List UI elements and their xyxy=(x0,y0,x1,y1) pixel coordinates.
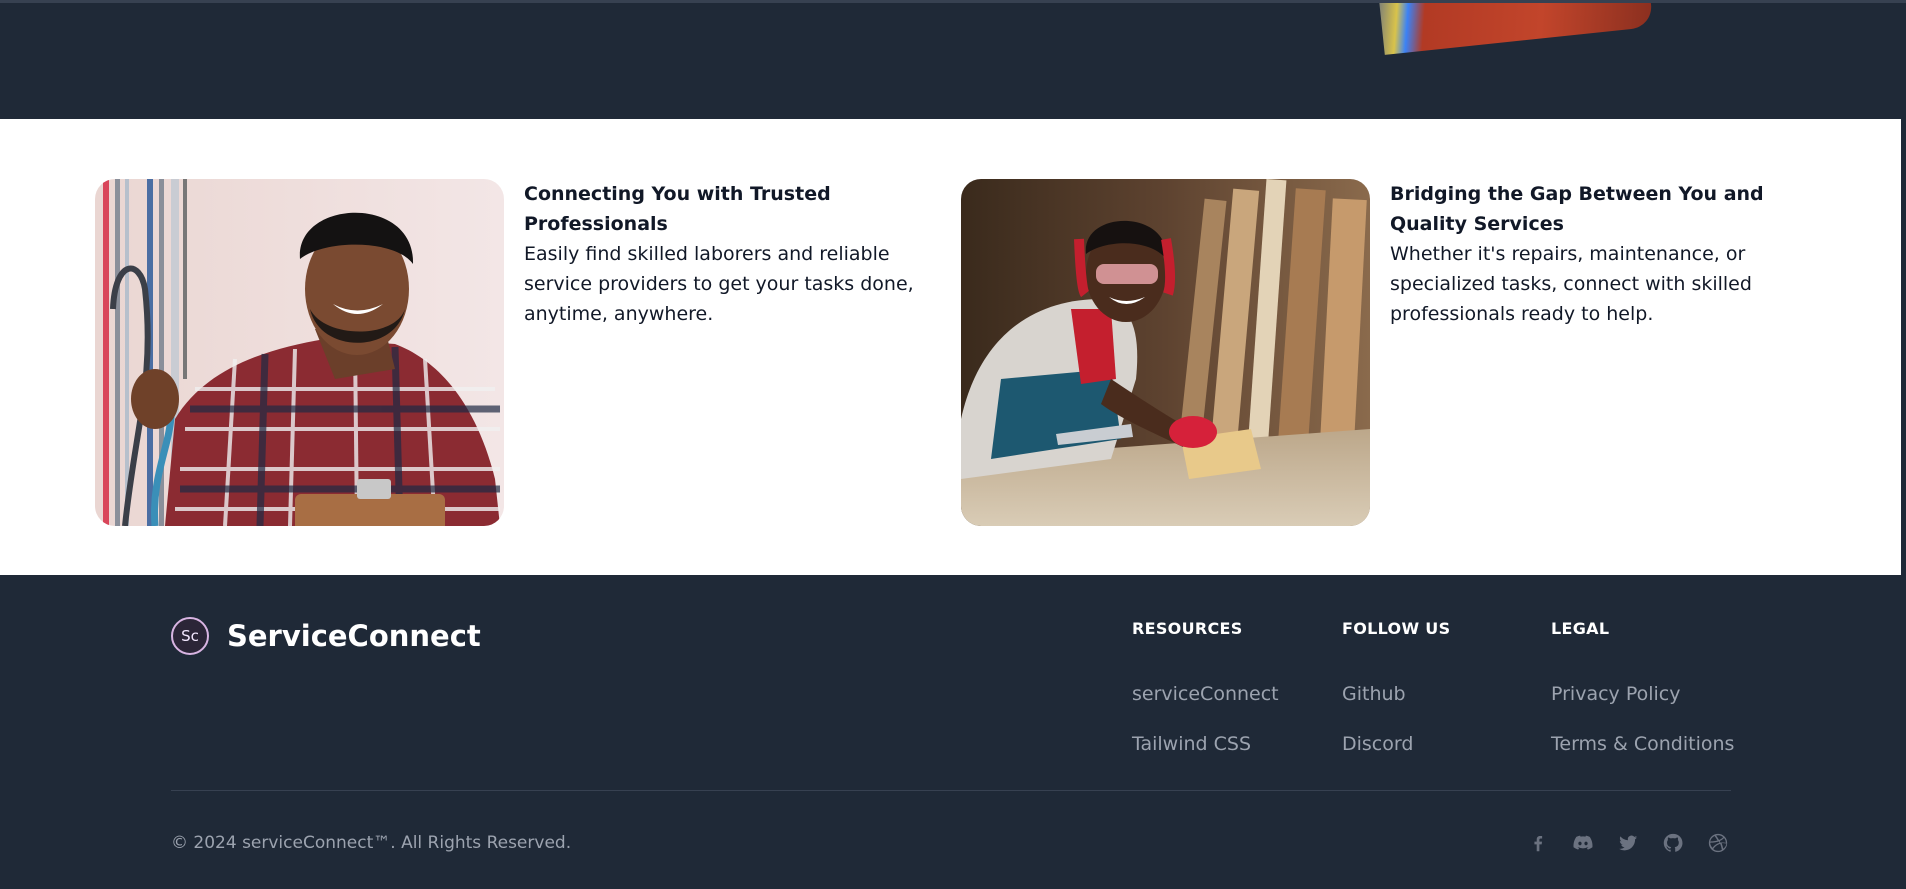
footer-column-follow-us: FOLLOW US Github Discord xyxy=(1342,617,1450,769)
brand-name: ServiceConnect xyxy=(227,619,481,653)
footer-column-resources: RESOURCES serviceConnect Tailwind CSS xyxy=(1132,617,1279,769)
column-title: LEGAL xyxy=(1551,619,1610,638)
twitter-icon[interactable] xyxy=(1616,831,1640,855)
feature-text: Bridging the Gap Between You and Quality… xyxy=(1390,179,1820,329)
hero-section-bottom xyxy=(0,0,1906,119)
link-tailwind-css[interactable]: Tailwind CSS xyxy=(1132,719,1279,769)
feature-text: Connecting You with Trusted Professional… xyxy=(524,179,954,329)
footer-column-legal: LEGAL Privacy Policy Terms & Conditions xyxy=(1551,617,1734,769)
feature-description: Easily find skilled laborers and reliabl… xyxy=(524,243,914,325)
social-links xyxy=(1526,831,1730,855)
brand-logo: Sc xyxy=(171,617,209,655)
footer: Sc ServiceConnect RESOURCES serviceConne… xyxy=(0,575,1906,889)
footer-divider xyxy=(171,790,1731,791)
column-title: FOLLOW US xyxy=(1342,619,1451,638)
features-section: Connecting You with Trusted Professional… xyxy=(0,119,1901,575)
feature-title: Connecting You with Trusted Professional… xyxy=(524,183,831,235)
link-serviceconnect[interactable]: serviceConnect xyxy=(1132,669,1279,719)
electrician-photo xyxy=(95,179,504,526)
column-title: RESOURCES xyxy=(1132,619,1243,638)
facebook-icon[interactable] xyxy=(1526,831,1550,855)
link-discord[interactable]: Discord xyxy=(1342,719,1450,769)
feature-title: Bridging the Gap Between You and Quality… xyxy=(1390,183,1764,235)
feature-description: Whether it's repairs, maintenance, or sp… xyxy=(1390,243,1752,325)
link-privacy-policy[interactable]: Privacy Policy xyxy=(1551,669,1734,719)
discord-icon[interactable] xyxy=(1571,831,1595,855)
github-icon[interactable] xyxy=(1661,831,1685,855)
scrollbar[interactable] xyxy=(1901,119,1906,575)
link-github[interactable]: Github xyxy=(1342,669,1450,719)
carpenter-photo xyxy=(961,179,1370,526)
dribbble-icon[interactable] xyxy=(1706,831,1730,855)
copyright-text: © 2024 serviceConnect™. All Rights Reser… xyxy=(171,833,572,853)
link-terms-conditions[interactable]: Terms & Conditions xyxy=(1551,719,1734,769)
hero-image-edge xyxy=(1376,3,1654,55)
footer-brand[interactable]: Sc ServiceConnect xyxy=(171,617,481,655)
